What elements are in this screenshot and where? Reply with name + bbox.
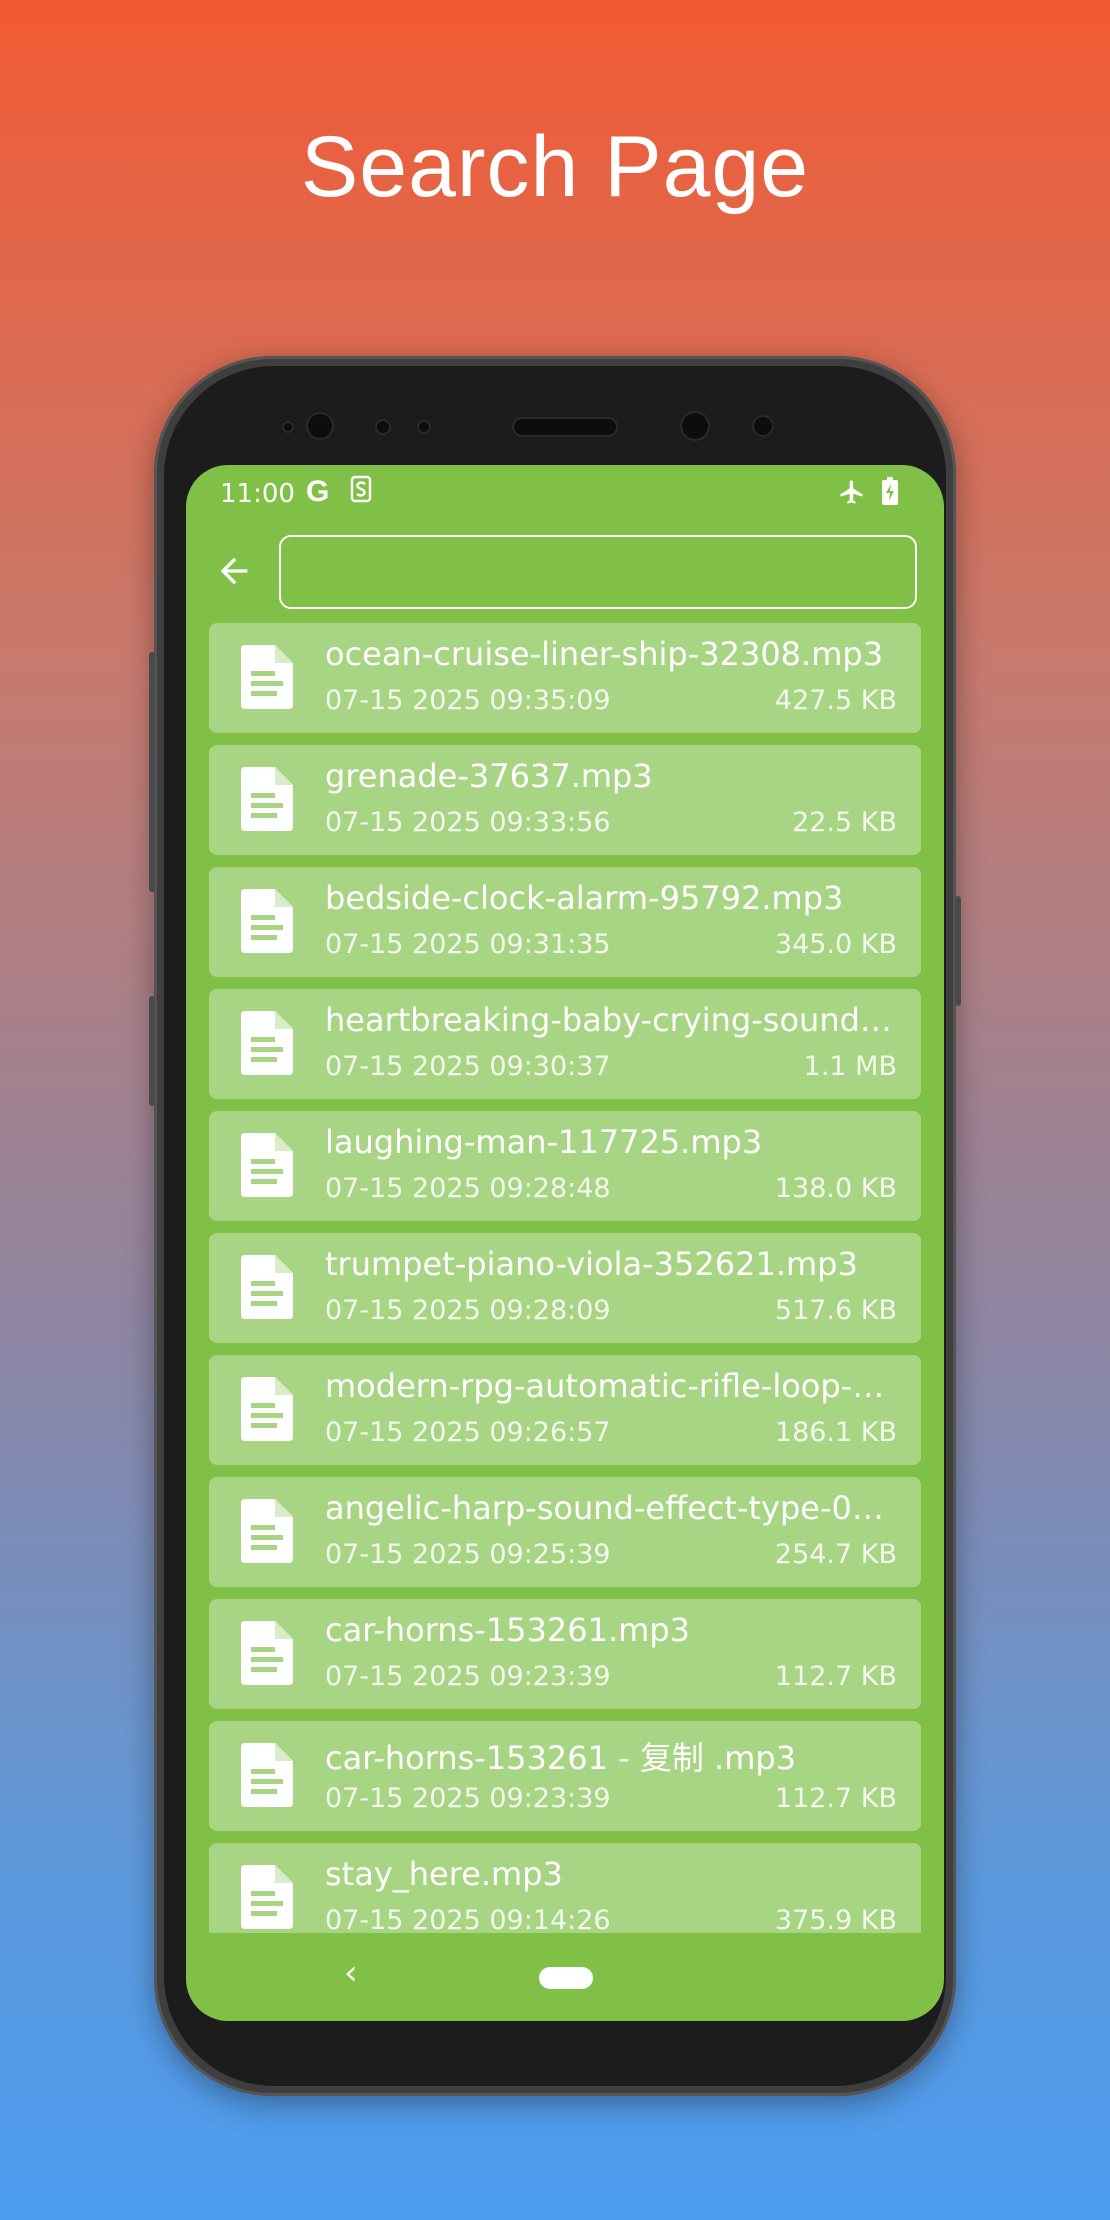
file-size: 22.5 KB — [792, 807, 897, 838]
file-size: 254.7 KB — [774, 1539, 897, 1570]
file-name: grenade-37637.mp3 — [325, 757, 653, 795]
file-name: modern-rpg-automatic-rifle-loop-40… — [325, 1367, 899, 1405]
file-list-item[interactable]: car-horns-153261 - 复制 .mp3 07-15 2025 09:… — [209, 1721, 921, 1831]
file-name: angelic-harp-sound-effect-type-04-2… — [325, 1489, 899, 1527]
file-date: 07-15 2025 09:25:39 — [325, 1539, 611, 1570]
document-icon — [241, 1499, 293, 1563]
file-date: 07-15 2025 09:28:09 — [325, 1295, 611, 1326]
sensor-dot-3 — [419, 422, 429, 432]
file-list: ocean-cruise-liner-ship-32308.mp3 07-15 2… — [209, 623, 921, 1933]
file-list-item[interactable]: trumpet-piano-viola-352621.mp3 07-15 2025… — [209, 1233, 921, 1343]
file-list-item[interactable]: modern-rpg-automatic-rifle-loop-40… 07-15… — [209, 1355, 921, 1465]
status-time: 11:00 — [220, 479, 295, 509]
app-screen: 11:00 G ocean-cruise-liner-ship-32308.mp… — [186, 465, 944, 2021]
document-icon — [241, 1133, 293, 1197]
file-name: ocean-cruise-liner-ship-32308.mp3 — [325, 635, 884, 673]
search-input[interactable] — [279, 535, 917, 609]
arrow-left-icon — [220, 557, 248, 585]
file-name: stay_here.mp3 — [325, 1855, 563, 1893]
file-size: 517.6 KB — [774, 1295, 897, 1326]
file-list-item[interactable]: angelic-harp-sound-effect-type-04-2… 07-1… — [209, 1477, 921, 1587]
phone-bezel: 11:00 G ocean-cruise-liner-ship-32308.mp… — [164, 366, 946, 2086]
file-size: 1.1 MB — [803, 1051, 897, 1082]
sensor-dot-4 — [754, 417, 772, 435]
file-list-item[interactable]: car-horns-153261.mp3 07-15 2025 09:23:39 1… — [209, 1599, 921, 1709]
file-size: 186.1 KB — [774, 1417, 897, 1448]
file-list-item[interactable]: ocean-cruise-liner-ship-32308.mp3 07-15 2… — [209, 623, 921, 733]
file-date: 07-15 2025 09:23:39 — [325, 1661, 611, 1692]
phone-side-button-left-2 — [149, 996, 155, 1106]
document-icon — [241, 1743, 293, 1807]
phone-side-button-left-1 — [149, 652, 155, 892]
nav-home-button[interactable] — [539, 1967, 593, 1989]
earpiece-speaker — [514, 419, 616, 435]
file-list-item[interactable]: bedside-clock-alarm-95792.mp3 07-15 2025 … — [209, 867, 921, 977]
sensor-dot-1 — [284, 423, 292, 431]
search-toolbar — [186, 523, 944, 623]
file-date: 07-15 2025 09:30:37 — [325, 1051, 611, 1082]
document-icon — [241, 767, 293, 831]
file-size: 345.0 KB — [774, 929, 897, 960]
promo-title: Search Page — [300, 119, 810, 215]
file-date: 07-15 2025 09:26:57 — [325, 1417, 611, 1448]
document-icon — [241, 645, 293, 709]
file-date: 07-15 2025 09:35:09 — [325, 685, 611, 716]
front-camera-2-icon — [682, 413, 708, 439]
front-camera-icon — [308, 414, 332, 438]
file-size: 112.7 KB — [774, 1783, 897, 1814]
nav-back-button[interactable]: ‹ — [344, 1953, 358, 1993]
file-size: 112.7 KB — [774, 1661, 897, 1692]
airplane-icon — [840, 480, 863, 504]
status-bar: 11:00 G — [186, 465, 944, 523]
document-icon — [241, 1011, 293, 1075]
sensor-dot-2 — [377, 421, 389, 433]
file-size: 375.9 KB — [774, 1905, 897, 1933]
file-list-item[interactable]: stay_here.mp3 07-15 2025 09:14:26 375.9 KB — [209, 1843, 921, 1933]
file-name: trumpet-piano-viola-352621.mp3 — [325, 1245, 858, 1283]
file-name: heartbreaking-baby-crying-sound-ef… — [325, 1001, 899, 1039]
file-name: car-horns-153261 - 复制 .mp3 — [325, 1739, 797, 1777]
document-icon — [241, 1621, 293, 1685]
document-icon — [241, 1255, 293, 1319]
s-notification-icon — [350, 475, 372, 503]
phone-side-button-right — [955, 896, 961, 1006]
file-list-item[interactable]: heartbreaking-baby-crying-sound-ef… 07-15… — [209, 989, 921, 1099]
file-date: 07-15 2025 09:23:39 — [325, 1783, 611, 1814]
file-date: 07-15 2025 09:33:56 — [325, 807, 611, 838]
file-list-item[interactable]: laughing-man-117725.mp3 07-15 2025 09:28:… — [209, 1111, 921, 1221]
file-name: car-horns-153261.mp3 — [325, 1611, 690, 1649]
back-button[interactable] — [208, 545, 260, 597]
phone-frame: 11:00 G ocean-cruise-liner-ship-32308.mp… — [149, 356, 961, 2096]
google-g-icon: G — [306, 475, 330, 508]
document-icon — [241, 1865, 293, 1929]
file-date: 07-15 2025 09:14:26 — [325, 1905, 611, 1933]
battery-charging-icon — [882, 477, 898, 505]
document-icon — [241, 1377, 293, 1441]
file-name: laughing-man-117725.mp3 — [325, 1123, 763, 1161]
document-icon — [241, 889, 293, 953]
file-name: bedside-clock-alarm-95792.mp3 — [325, 879, 844, 917]
file-date: 07-15 2025 09:31:35 — [325, 929, 611, 960]
file-list-item[interactable]: grenade-37637.mp3 07-15 2025 09:33:56 22.5… — [209, 745, 921, 855]
file-date: 07-15 2025 09:28:48 — [325, 1173, 611, 1204]
file-size: 138.0 KB — [774, 1173, 897, 1204]
system-nav-bar: ‹ — [186, 1933, 944, 2021]
file-size: 427.5 KB — [774, 685, 897, 716]
